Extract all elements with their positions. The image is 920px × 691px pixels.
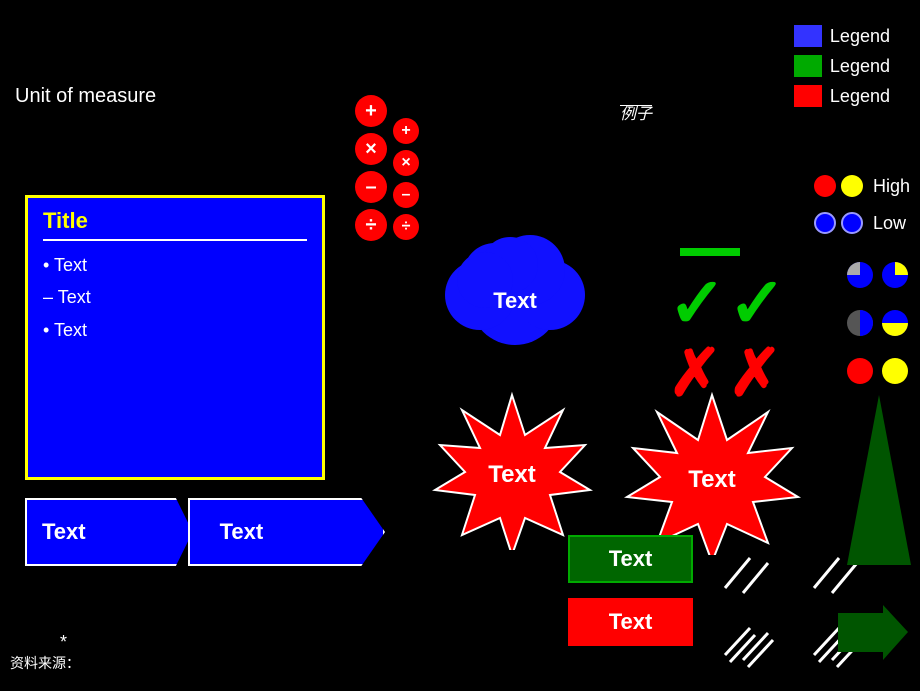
cloud-shape: Text <box>425 195 615 345</box>
legend-color-blue <box>794 25 822 47</box>
legend-color-green <box>794 55 822 77</box>
legend-item-red: Legend <box>794 85 890 107</box>
double-lines-svg-1 <box>715 620 795 680</box>
pie-1b <box>880 260 910 290</box>
pie-2b <box>880 308 910 338</box>
svg-text:Text: Text <box>688 466 736 493</box>
math-plus: + <box>355 95 387 127</box>
low-circle-blue2 <box>841 212 863 234</box>
arrow-box-container: Text Text <box>25 498 385 566</box>
svg-text:Text: Text <box>493 288 537 313</box>
math-minus-sm: – <box>393 182 419 208</box>
starburst-2: Text <box>620 390 805 555</box>
legend-label-blue: Legend <box>830 26 890 47</box>
pie-3a <box>845 356 875 386</box>
math-divide: ÷ <box>355 209 387 241</box>
list-item-3: Text <box>43 314 307 346</box>
pie-2a <box>845 308 875 338</box>
red-text-box: Text <box>568 598 693 646</box>
high-label: High <box>873 176 910 197</box>
legend-container: Legend Legend Legend <box>794 25 890 107</box>
high-circle-red <box>814 175 836 197</box>
legend-color-red <box>794 85 822 107</box>
source-label: 资料来源： <box>10 653 80 673</box>
arrow-right-text: Text <box>220 519 264 545</box>
arrow-left-text: Text <box>42 519 86 545</box>
list-item-2: Text <box>43 281 307 313</box>
arrow-box-left: Text <box>25 498 193 566</box>
legend-label-green: Legend <box>830 56 890 77</box>
high-row: High <box>814 175 910 197</box>
math-symbols-col2: + × – ÷ <box>393 118 419 240</box>
pie-1a <box>845 260 875 290</box>
green-dash-line <box>680 248 740 256</box>
arrow-box-right: Text <box>188 498 385 566</box>
pie-row-1 <box>845 260 910 290</box>
legend-label-red: Legend <box>830 86 890 107</box>
green-text-box: Text <box>568 535 693 583</box>
asterisk: * <box>60 632 67 653</box>
pie-row-3 <box>845 356 910 386</box>
math-minus: – <box>355 171 387 203</box>
math-times: × <box>355 133 387 165</box>
legend-item-blue: Legend <box>794 25 890 47</box>
blue-box-list: Text Text Text <box>43 249 307 346</box>
math-divide-sm: ÷ <box>393 214 419 240</box>
legend-item-green: Legend <box>794 55 890 77</box>
green-tall-arrow <box>847 395 912 595</box>
checkmark-2: ✓ <box>728 268 787 338</box>
high-circle-yellow <box>841 175 863 197</box>
checkmark-1: ✓ <box>668 268 727 338</box>
high-low-container: High Low <box>814 175 910 234</box>
math-symbols-col1: + × – ÷ <box>355 95 387 241</box>
math-times-sm: × <box>393 150 419 176</box>
pie-3b <box>880 356 910 386</box>
green-right-arrow <box>838 605 908 660</box>
green-box-text: Text <box>609 546 653 572</box>
svg-text:Text: Text <box>488 461 536 488</box>
math-plus-sm: + <box>393 118 419 144</box>
low-circle-blue <box>814 212 836 234</box>
low-row: Low <box>814 212 910 234</box>
unit-of-measure-label: Unit of measure <box>15 85 156 108</box>
blue-box-title: Title <box>43 208 307 241</box>
pie-row-2 <box>845 308 910 338</box>
chinese-label: 例子 <box>620 100 652 124</box>
list-item-1: Text <box>43 249 307 281</box>
red-box-text: Text <box>609 609 653 635</box>
low-label: Low <box>873 213 906 234</box>
lines-svg-1 <box>715 548 795 608</box>
starburst-1: Text <box>425 390 600 550</box>
pie-charts-container <box>845 260 910 386</box>
blue-list-box: Title Text Text Text <box>25 195 325 480</box>
